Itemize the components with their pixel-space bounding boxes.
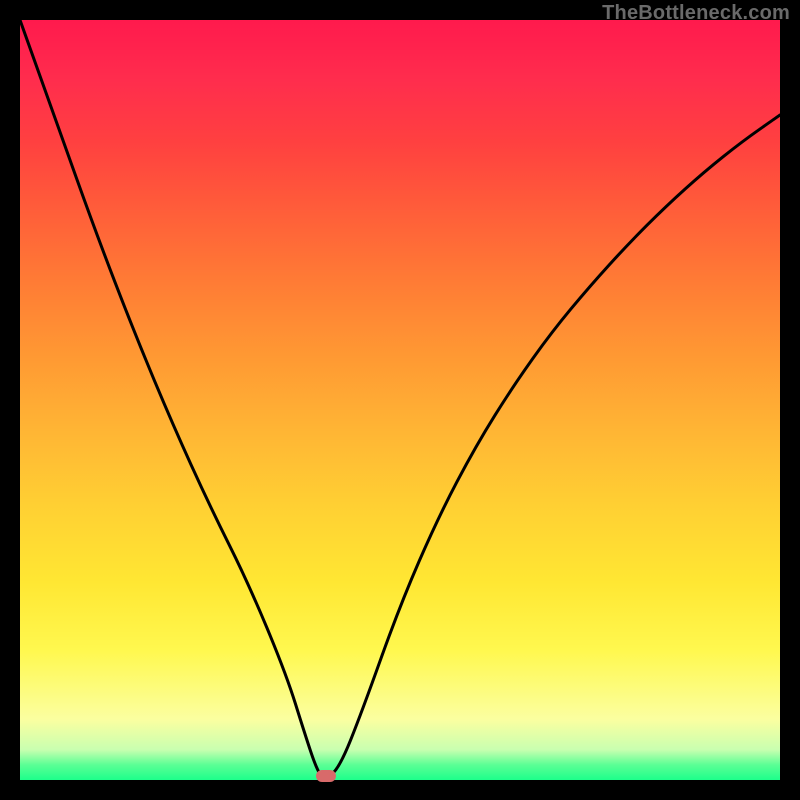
chart-frame: TheBottleneck.com	[0, 0, 800, 800]
watermark-text: TheBottleneck.com	[602, 2, 790, 25]
optimal-point-marker	[316, 770, 336, 782]
bottleneck-curve	[20, 20, 780, 780]
